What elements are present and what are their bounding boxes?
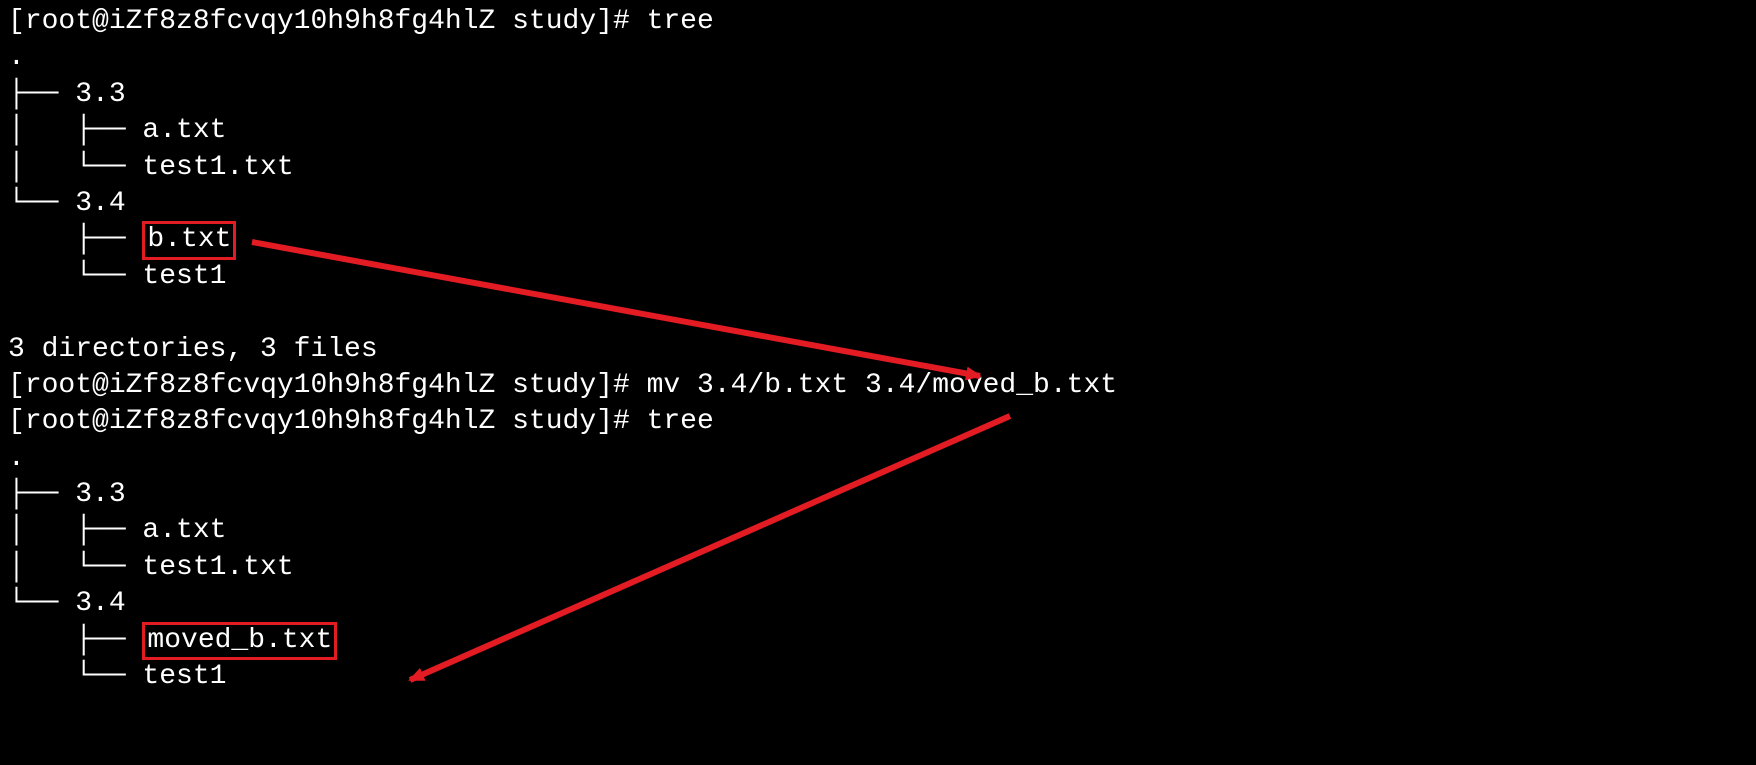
command-tree-1: tree [647, 6, 714, 37]
prompt-line-1: [root@iZf8z8fcvqy10h9h8fg4hlZ study]# tr… [8, 4, 1748, 40]
highlight-b-txt: b.txt [142, 221, 236, 259]
tree1-file-b-txt-line: ├── b.txt [8, 222, 1748, 258]
tree1-dir-3-3: ├── 3.3 [8, 77, 1748, 113]
tree2-dir-3-3: ├── 3.3 [8, 477, 1748, 513]
blank-line-1 [8, 295, 1748, 331]
tree2-dir-3-4: └── 3.4 [8, 586, 1748, 622]
tree1-dir-test1: └── test1 [8, 259, 1748, 295]
tree2-dir-test1: └── test1 [8, 659, 1748, 695]
highlight-moved-b-txt: moved_b.txt [142, 622, 337, 660]
prompt-line-3: [root@iZf8z8fcvqy10h9h8fg4hlZ study]# tr… [8, 404, 1748, 440]
tree1-root-dot: . [8, 40, 1748, 76]
tree2-file-moved-b-txt-line: ├── moved_b.txt [8, 623, 1748, 659]
tree1-file-test1-txt: │ └── test1.txt [8, 150, 1748, 186]
command-tree-2: tree [647, 406, 714, 437]
prompt-line-2: [root@iZf8z8fcvqy10h9h8fg4hlZ study]# mv… [8, 368, 1748, 404]
tree1-summary: 3 directories, 3 files [8, 332, 1748, 368]
tree1-file-a-txt: │ ├── a.txt [8, 113, 1748, 149]
tree2-file-a-txt: │ ├── a.txt [8, 513, 1748, 549]
tree2-file-test1-txt: │ └── test1.txt [8, 550, 1748, 586]
command-mv: mv 3.4/b.txt 3.4/moved_b.txt [647, 370, 1117, 401]
tree2-root-dot: . [8, 441, 1748, 477]
tree1-dir-3-4: └── 3.4 [8, 186, 1748, 222]
